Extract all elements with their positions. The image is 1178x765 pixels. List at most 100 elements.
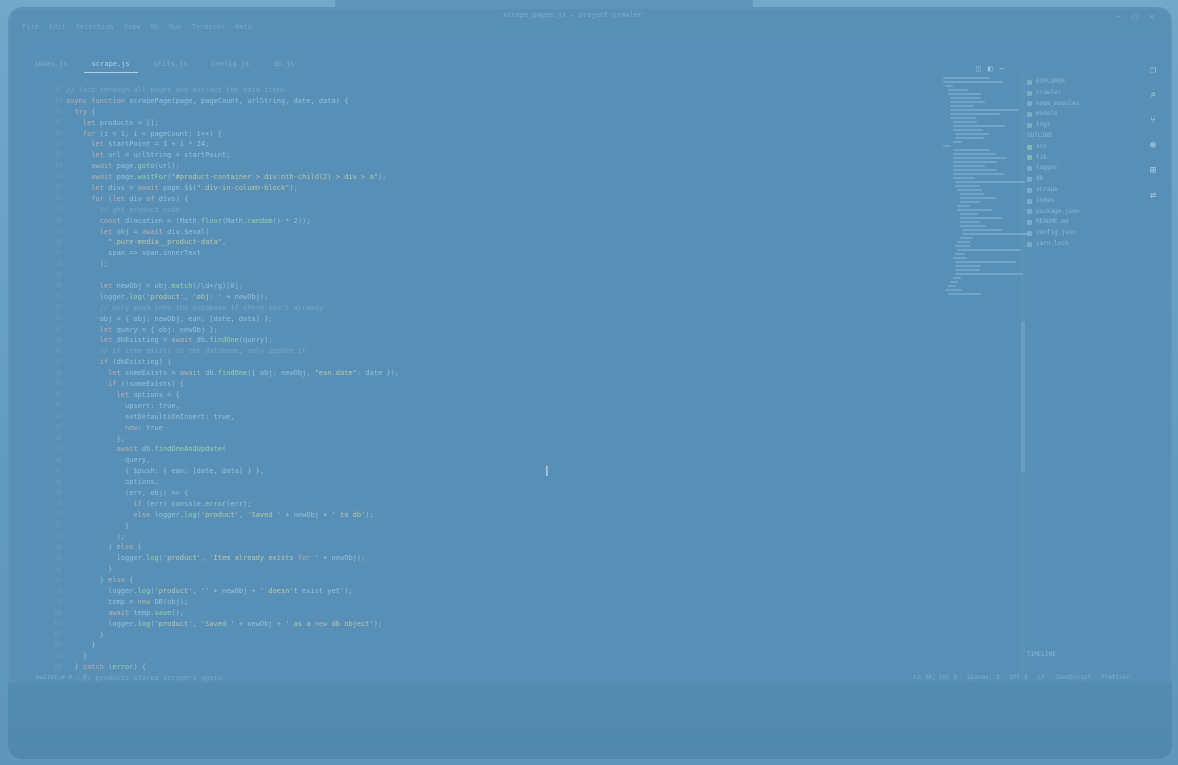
code-line[interactable]: let query = { obj: newObj }; — [66, 325, 926, 336]
tab-db-js[interactable]: db.js — [265, 59, 302, 73]
explorer-item[interactable]: package.json — [1027, 207, 1139, 218]
code-line[interactable]: ".pure-media__product-data", — [66, 237, 926, 248]
explorer-item[interactable]: scrape — [1027, 185, 1139, 196]
source-control-icon[interactable]: ⑂ — [1150, 115, 1156, 126]
explorer-item[interactable]: logs — [1027, 120, 1139, 131]
code-line[interactable]: obj = { obj: newObj, ean: [date, data] }… — [66, 314, 926, 325]
code-line[interactable]: span => span.innerText — [66, 248, 926, 259]
code-line[interactable]: let options = { — [66, 390, 926, 401]
explorer-item[interactable]: node_modules — [1027, 99, 1139, 110]
status-item[interactable]: Ln 36, Col 9 — [914, 674, 957, 681]
status-item[interactable]: UTF-8 — [1010, 674, 1028, 681]
tab-scrape-js[interactable]: scrape.js — [83, 59, 138, 73]
code-line[interactable]: new: true — [66, 423, 926, 434]
code-line[interactable]: // get product code — [66, 205, 926, 216]
code-line[interactable]: await temp.save(); — [66, 608, 926, 619]
explorer-item[interactable]: models — [1027, 109, 1139, 120]
code-line[interactable]: setDefaultsOnInsert: true, — [66, 412, 926, 423]
explorer-item[interactable]: index — [1027, 196, 1139, 207]
explorer-item[interactable]: EXPLORER — [1027, 77, 1139, 88]
code-line[interactable] — [66, 270, 926, 281]
code-line[interactable]: for (let div of divs) { — [66, 194, 926, 205]
code-line[interactable]: let products = []; — [66, 118, 926, 129]
code-line[interactable]: } — [66, 651, 926, 662]
code-line[interactable]: async function scrapePage(page, pageCoun… — [66, 96, 926, 107]
code-line[interactable]: await page.goto(url); — [66, 161, 926, 172]
code-editor[interactable]: // loop through all pages and extract th… — [66, 85, 926, 682]
code-line[interactable]: // loop through all pages and extract th… — [66, 85, 926, 96]
code-line[interactable]: try { — [66, 107, 926, 118]
compare-icon[interactable]: ◧ — [988, 64, 993, 73]
files-icon[interactable]: ❐ — [1150, 65, 1156, 76]
git-branch-status[interactable]: master ⊗ 0 ⚠ 0 — [36, 674, 87, 681]
code-line[interactable]: if (err) console.error(err); — [66, 499, 926, 510]
code-line[interactable]: for (i = 1; i < pageCount; i++) { — [66, 129, 926, 140]
code-line[interactable]: ); — [66, 532, 926, 543]
explorer-item[interactable]: logger — [1027, 163, 1139, 174]
remote-icon[interactable]: ⇄ — [1150, 190, 1156, 201]
code-line[interactable]: let obj = await div.$eval( — [66, 227, 926, 238]
menu-item-selection[interactable]: Selection — [76, 23, 114, 31]
code-line[interactable]: (err, obj) => { — [66, 488, 926, 499]
code-line[interactable]: } else { — [66, 542, 926, 553]
explorer-item[interactable]: yarn.lock — [1027, 239, 1139, 250]
code-line[interactable]: else logger.log('product', 'Saved ' + ne… — [66, 510, 926, 521]
code-line[interactable]: ); — [66, 259, 926, 270]
code-line[interactable]: let someExists = await db.findOne({ obj:… — [66, 368, 926, 379]
status-item[interactable]: LF — [1038, 674, 1045, 681]
menu-item-help[interactable]: Help — [235, 23, 252, 31]
code-line[interactable]: // if item exists in the database, only … — [66, 346, 926, 357]
code-line[interactable]: let url = urlString + startPoint; — [66, 150, 926, 161]
menu-item-terminal[interactable]: Terminal — [192, 23, 226, 31]
code-line[interactable]: }; — [66, 434, 926, 445]
menu-item-run[interactable]: Run — [169, 23, 182, 31]
code-line[interactable]: temp = new DB(obj); — [66, 597, 926, 608]
search-icon[interactable]: ⌕ — [1150, 90, 1156, 101]
code-line[interactable]: options, — [66, 477, 926, 488]
code-line[interactable]: logger.log('product', 'Saved ' + newObj … — [66, 619, 926, 630]
code-line[interactable]: { $push: { ean: [date, data] } }, — [66, 466, 926, 477]
explorer-item[interactable]: config.json — [1027, 228, 1139, 239]
menu-item-go[interactable]: Go — [151, 23, 159, 31]
menu-item-file[interactable]: File — [22, 23, 39, 31]
explorer-item[interactable]: crawler — [1027, 88, 1139, 99]
explorer-item[interactable]: OUTLINE — [1027, 131, 1139, 142]
code-line[interactable]: let dbExisting = await db.findOne(query)… — [66, 335, 926, 346]
code-line[interactable]: if (dbExisting) { — [66, 357, 926, 368]
extensions-icon[interactable]: ⊞ — [1150, 165, 1156, 176]
code-line[interactable]: // only push into the database if there … — [66, 303, 926, 314]
tab-index-js[interactable]: index.js — [26, 59, 76, 73]
minimize-icon[interactable]: – — [1116, 12, 1121, 21]
minimap[interactable] — [943, 77, 1028, 295]
code-line[interactable]: logger.log('product', 'Item already exis… — [66, 553, 926, 564]
code-line[interactable]: await page.waitFor("#product-container >… — [66, 172, 926, 183]
menu-item-edit[interactable]: Edit — [49, 23, 66, 31]
status-item[interactable]: Prettier — [1101, 674, 1130, 681]
status-item[interactable]: JavaScript — [1055, 674, 1091, 681]
code-line[interactable]: if (!someExists) { — [66, 379, 926, 390]
maximize-icon[interactable]: ▢ — [1132, 12, 1137, 21]
code-line[interactable]: let newObj = obj.match(/\d+/g)[0]; — [66, 281, 926, 292]
menu-item-view[interactable]: View — [124, 23, 141, 31]
more-icon[interactable]: ⋯ — [1000, 64, 1005, 73]
debug-icon[interactable]: ⊛ — [1150, 140, 1156, 151]
tab-utils-js[interactable]: utils.js — [146, 59, 196, 73]
code-line[interactable]: const dlocation = (Math.floor(Math.rando… — [66, 216, 926, 227]
scrollbar-thumb[interactable] — [1021, 322, 1025, 472]
code-line[interactable]: await db.findOneAndUpdate( — [66, 444, 926, 455]
code-line[interactable]: let divs = await page.$$(".div-in-column… — [66, 183, 926, 194]
status-item[interactable]: Spaces: 2 — [967, 674, 1000, 681]
code-line[interactable]: upsert: true, — [66, 401, 926, 412]
code-line[interactable]: } — [66, 640, 926, 651]
explorer-item[interactable]: lib — [1027, 153, 1139, 164]
code-line[interactable]: } — [66, 564, 926, 575]
code-line[interactable]: let startPoint = 1 + i * 24; — [66, 139, 926, 150]
explorer-item[interactable]: README.md — [1027, 217, 1139, 228]
code-line[interactable]: logger.log('product', '' + newObj + ' do… — [66, 586, 926, 597]
code-line[interactable]: } — [66, 630, 926, 641]
split-editor-icon[interactable]: ◫ — [976, 64, 981, 73]
code-line[interactable]: } — [66, 521, 926, 532]
tab-config-js[interactable]: config.js — [203, 59, 257, 73]
explorer-item[interactable]: db — [1027, 174, 1139, 185]
timeline-section[interactable]: TIMELINE — [1027, 650, 1139, 661]
